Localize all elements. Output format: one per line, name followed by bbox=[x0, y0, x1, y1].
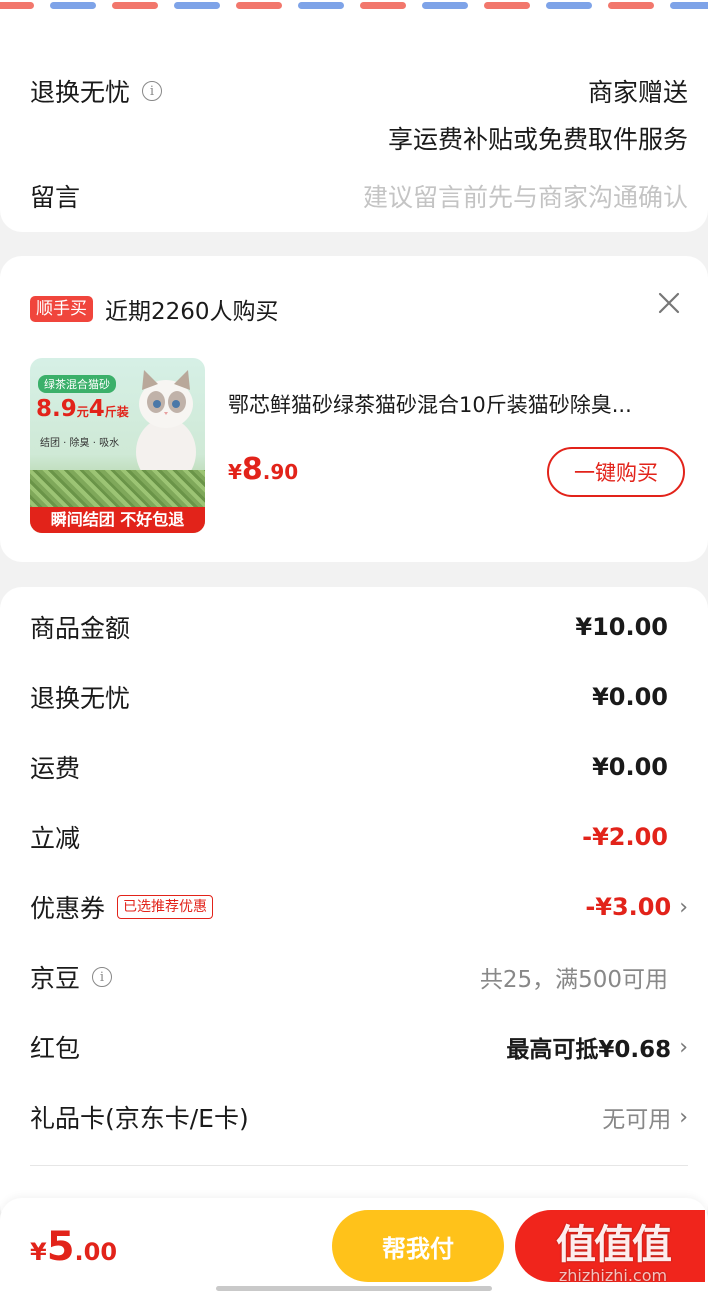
divider bbox=[30, 1165, 688, 1166]
summary-row-jingdou: 京豆 i 共25，满500可用 bbox=[30, 957, 668, 997]
info-icon[interactable]: i bbox=[142, 81, 163, 101]
recommend-headline: 近期2260人购买 bbox=[105, 299, 279, 325]
summary-label: 礼品卡(京东卡/E卡) bbox=[30, 1104, 249, 1133]
summary-label: 立减 bbox=[30, 824, 81, 853]
summary-value: 最高可抵¥0.68 bbox=[506, 1037, 672, 1063]
summary-value: ¥10.00 bbox=[575, 613, 668, 641]
image-price: 8.9元4斤装 bbox=[36, 396, 129, 422]
chevron-right-icon: › bbox=[679, 1034, 688, 1060]
return-description: 享运费补贴或免费取件服务 bbox=[387, 125, 688, 154]
bottom-bar: ¥5.00 帮我付 值值值 zhizhizhi.com bbox=[0, 1198, 708, 1296]
summary-label: 商品金额 bbox=[30, 614, 131, 643]
recommend-tag: 顺手买 bbox=[30, 296, 93, 322]
summary-label: 运费 bbox=[30, 754, 81, 783]
image-badge: 绿茶混合猫砂 bbox=[38, 375, 116, 393]
total-price: ¥5.00 bbox=[30, 1224, 118, 1270]
summary-label: 退换无忧 bbox=[30, 684, 131, 713]
image-banner: 瞬间结团 不好包退 bbox=[30, 507, 205, 533]
summary-value: -¥2.00 bbox=[582, 823, 668, 851]
message-input[interactable]: 建议留言前先与商家沟通确认 bbox=[363, 178, 688, 214]
product-price: ¥8.90 bbox=[228, 452, 299, 487]
summary-row-redpacket[interactable]: 红包 最高可抵¥0.68 › bbox=[30, 1027, 688, 1067]
summary-value: ¥0.00 bbox=[592, 683, 668, 711]
coupon-tag: 已选推荐优惠 bbox=[117, 895, 214, 919]
summary-card: 商品金额 ¥10.00 退换无忧 ¥0.00 运费 ¥0.00 立减 -¥2.0… bbox=[0, 587, 708, 1227]
cat-illustration bbox=[130, 366, 200, 486]
watermark-logo: 值值值 zhizhizhi.com bbox=[556, 1222, 672, 1285]
summary-row-goods: 商品金额 ¥10.00 bbox=[30, 607, 668, 647]
product-image[interactable]: 绿茶混合猫砂 8.9元4斤装 结团 · 除臭 · 吸水 瞬间结团 不好包退 bbox=[30, 358, 205, 533]
summary-value: ¥0.00 bbox=[592, 753, 668, 781]
return-label: 退换无忧 bbox=[30, 78, 131, 107]
summary-value: 共25，满500可用 bbox=[479, 967, 668, 993]
summary-row-coupon[interactable]: 优惠券 已选推荐优惠 -¥3.00 › bbox=[30, 887, 688, 927]
summary-label: 红包 bbox=[30, 1034, 81, 1063]
summary-label: 优惠券 bbox=[30, 894, 106, 923]
message-row[interactable]: 留言 建议留言前先与商家沟通确认 bbox=[30, 178, 688, 214]
summary-value: -¥3.00 bbox=[585, 893, 672, 921]
summary-label: 京豆 bbox=[30, 964, 81, 993]
info-icon[interactable]: i bbox=[92, 967, 113, 987]
chevron-right-icon: › bbox=[679, 1104, 688, 1130]
return-section-card: 退换无忧 i 商家赠送 享运费补贴或免费取件服务 留言 建议留言前先与商家沟通确… bbox=[0, 0, 708, 232]
litter-texture bbox=[30, 470, 205, 510]
one-click-buy-button[interactable]: 一键购买 bbox=[547, 447, 685, 497]
summary-value: 无可用 bbox=[602, 1107, 672, 1133]
summary-row-discount: 立减 -¥2.00 bbox=[30, 817, 668, 857]
return-row[interactable]: 退换无忧 i 商家赠送 bbox=[30, 73, 688, 109]
summary-row-return: 退换无忧 ¥0.00 bbox=[30, 677, 668, 717]
message-label: 留言 bbox=[30, 183, 81, 212]
mail-stripe bbox=[0, 0, 708, 12]
help-pay-button[interactable]: 帮我付 bbox=[332, 1210, 504, 1282]
recommend-card: 顺手买 近期2260人购买 绿茶混合猫砂 8.9元4斤装 结团 · 除臭 · 吸… bbox=[0, 256, 708, 562]
summary-row-giftcard[interactable]: 礼品卡(京东卡/E卡) 无可用 › bbox=[30, 1097, 688, 1137]
image-features: 结团 · 除臭 · 吸水 bbox=[40, 438, 120, 449]
product-title[interactable]: 鄂芯鲜猫砂绿茶猫砂混合10斤装猫砂除臭... bbox=[228, 389, 688, 419]
summary-row-shipping: 运费 ¥0.00 bbox=[30, 747, 668, 787]
home-indicator bbox=[216, 1286, 492, 1291]
close-icon[interactable] bbox=[656, 290, 682, 316]
chevron-right-icon: › bbox=[679, 894, 688, 920]
recommend-header: 顺手买 近期2260人购买 bbox=[30, 292, 279, 326]
return-value: 商家赠送 bbox=[587, 78, 688, 107]
